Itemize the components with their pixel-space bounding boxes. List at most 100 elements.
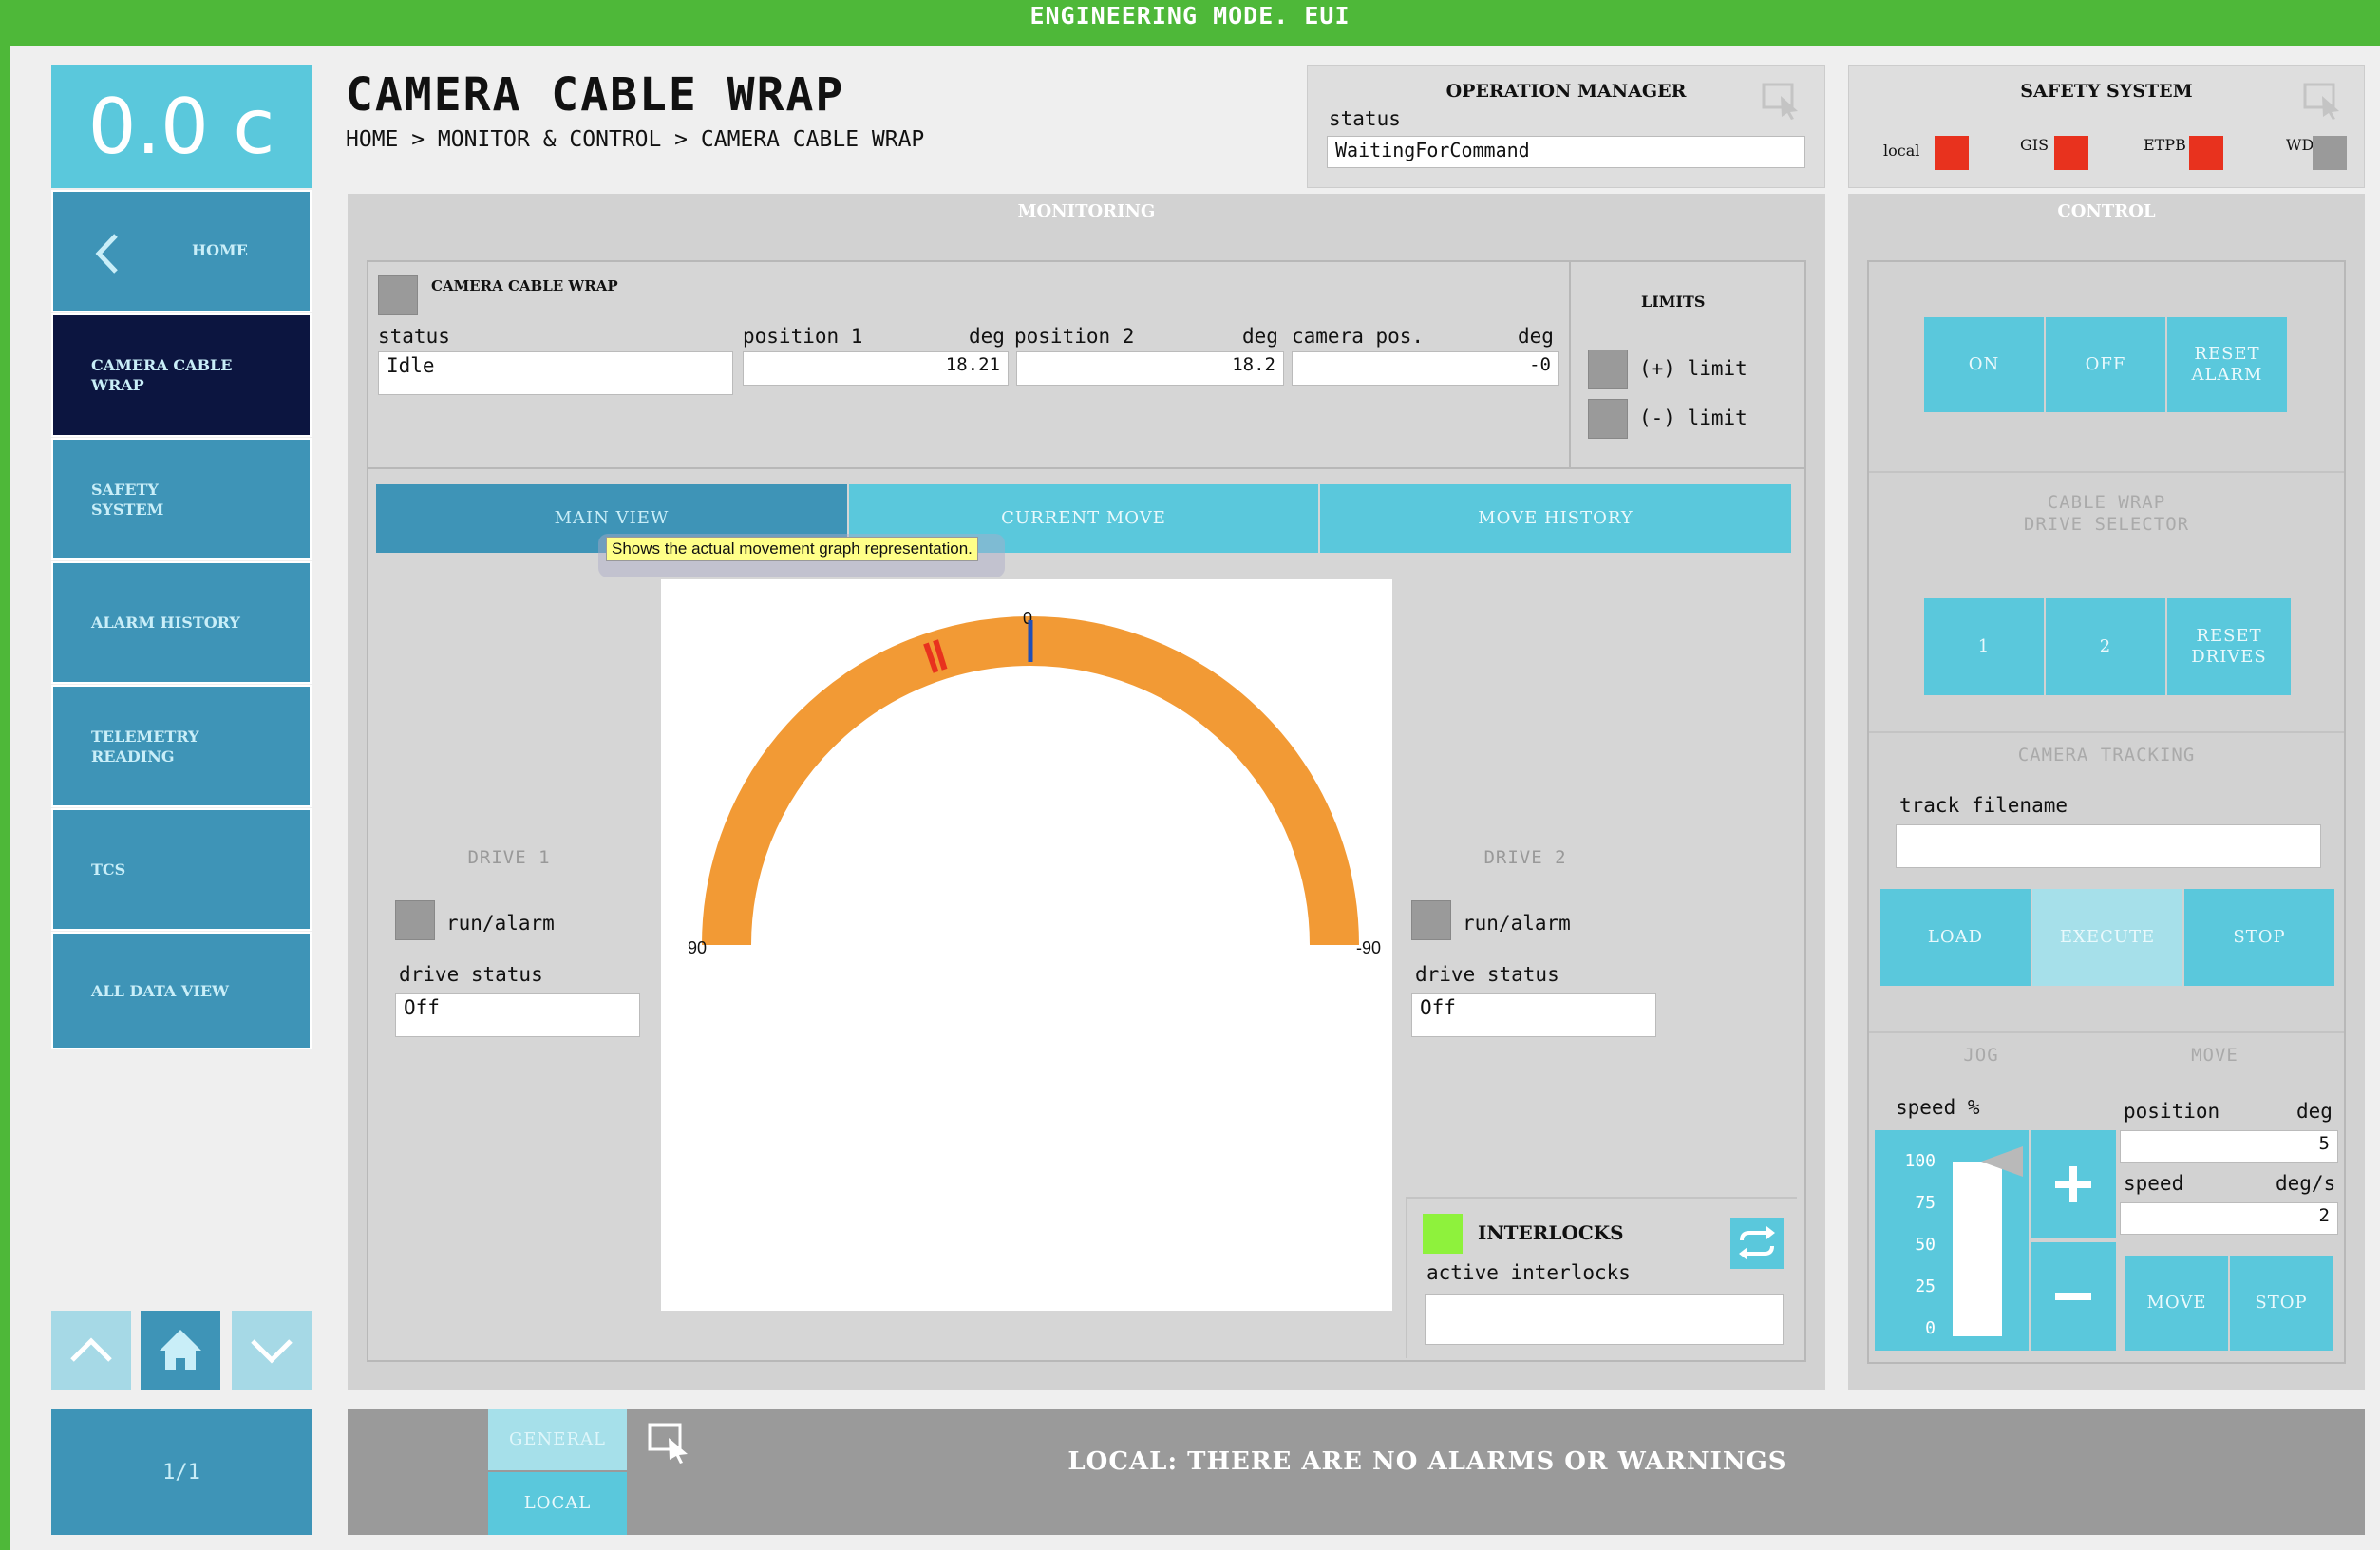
alarm-tab-local[interactable]: LOCAL [488, 1472, 627, 1535]
camera-pos-label: camera pos. [1292, 325, 1425, 348]
position2-label: position 2 [1014, 325, 1135, 348]
safety-local-label: local [1883, 142, 1920, 160]
slider-handle[interactable] [1981, 1144, 2025, 1179]
drive2-title: DRIVE 2 [1483, 847, 1567, 868]
slider-fill [1953, 1162, 2002, 1336]
sidebar-item-label: TELEMETRY READING [91, 727, 199, 766]
drive2-status-label: drive status [1415, 963, 1559, 986]
jog-title: JOG [1963, 1045, 1999, 1066]
camera-pos-field: -0 [1292, 351, 1559, 386]
jog-speed-slider[interactable]: 100 75 50 25 0 [1875, 1130, 2029, 1351]
limit-plus-label: (+) limit [1639, 357, 1747, 380]
jog-speed-label: speed % [1896, 1096, 1980, 1119]
safety-etpb-label: ETPB [2144, 136, 2186, 154]
position2-field: 18.2 [1016, 351, 1284, 386]
sidebar-home-button[interactable]: HOME [51, 190, 312, 312]
home-icon [160, 1330, 201, 1370]
safety-wd-indicator [2313, 136, 2347, 170]
safety-local-indicator [1935, 136, 1969, 170]
interlocks-active-field [1425, 1294, 1784, 1345]
drive1-run-indicator [395, 900, 435, 940]
ccw-box-title: CAMERA CABLE WRAP [431, 277, 618, 294]
sidebar-item-all-data-view[interactable]: ALL DATA VIEW [51, 932, 312, 1049]
monitoring-panel: MONITORING CAMERA CABLE WRAP status Idle… [348, 194, 1825, 1390]
operation-manager-status-field: WaitingForCommand [1327, 136, 1805, 168]
plus-icon [2055, 1166, 2091, 1202]
top-bar: ENGINEERING MODE. EUI [0, 0, 2380, 46]
ccw-status-field: Idle [378, 351, 733, 395]
gauge-arc [702, 616, 1359, 946]
sidebar-item-label: CAMERA CABLE WRAP [91, 356, 233, 394]
home-button[interactable] [141, 1311, 220, 1390]
tab-move-history[interactable]: MOVE HISTORY [1320, 484, 1791, 553]
limit-plus-indicator [1588, 350, 1628, 389]
drive-1-button[interactable]: 1 [1924, 598, 2044, 695]
move-speed-input[interactable]: 2 [2120, 1202, 2338, 1235]
control-divider [1869, 1031, 2344, 1033]
monitoring-title: MONITORING [1017, 201, 1156, 221]
ccw-status-label: status [378, 325, 450, 348]
operation-manager-status-label: status [1329, 107, 1401, 130]
sidebar-item-tcs[interactable]: TCS [51, 808, 312, 931]
slider-tick-75: 75 [1915, 1193, 1936, 1213]
minus-icon [2055, 1293, 2091, 1300]
jog-plus-button[interactable] [2031, 1130, 2116, 1238]
gauge-svg: 0 90 -90 [688, 609, 1381, 957]
slider-tick-25: 25 [1915, 1276, 1936, 1296]
drive2-status-field: Off [1411, 993, 1656, 1037]
move-position-unit: deg [2296, 1100, 2333, 1123]
limit-minus-label: (-) limit [1639, 406, 1747, 429]
sidebar-item-camera-cable-wrap[interactable]: CAMERA CABLE WRAP [51, 313, 312, 437]
load-button[interactable]: LOAD [1880, 889, 2031, 986]
move-stop-button[interactable]: STOP [2230, 1256, 2333, 1351]
safety-gis-indicator [2054, 136, 2088, 170]
cursor-select-icon[interactable] [1762, 83, 1802, 121]
camera-pos-unit: deg [1518, 325, 1554, 348]
limit-minus-indicator [1588, 399, 1628, 439]
sidebar-item-telemetry-reading[interactable]: TELEMETRY READING [51, 685, 312, 807]
move-button[interactable]: MOVE [2125, 1256, 2228, 1351]
slider-tick-0: 0 [1925, 1318, 1936, 1338]
cursor-select-icon[interactable] [2303, 83, 2343, 121]
scroll-down-button[interactable] [232, 1311, 312, 1390]
reset-alarm-button[interactable]: RESET ALARM [2167, 317, 2287, 412]
interlocks-title: INTERLOCKS [1478, 1221, 1624, 1244]
breadcrumb: HOME > MONITOR & CONTROL > CAMERA CABLE … [346, 127, 925, 152]
move-position-input[interactable]: 5 [2120, 1130, 2338, 1162]
sidebar-item-alarm-history[interactable]: ALARM HISTORY [51, 561, 312, 684]
track-filename-input[interactable] [1896, 824, 2321, 868]
tracking-stop-button[interactable]: STOP [2184, 889, 2334, 986]
ccw-status-indicator [378, 275, 418, 315]
chevron-up-icon [70, 1337, 112, 1362]
refresh-icon [1739, 1226, 1775, 1260]
page-indicator: 1/1 [51, 1409, 312, 1535]
drive1-status-label: drive status [399, 963, 543, 986]
drive2-run-label: run/alarm [1463, 912, 1571, 935]
drive1-run-label: run/alarm [446, 912, 555, 935]
drive-2-button[interactable]: 2 [2046, 598, 2165, 695]
scroll-up-button[interactable] [51, 1311, 131, 1390]
safety-etpb-indicator [2189, 136, 2223, 170]
position1-label: position 1 [743, 325, 863, 348]
position2-unit: deg [1242, 325, 1278, 348]
chevron-down-icon [251, 1339, 293, 1364]
gauge-canvas: 0 90 -90 [661, 579, 1392, 1311]
drive-selector-title: CABLE WRAP DRIVE SELECTOR [2023, 492, 2190, 535]
sidebar-home-label: HOME [192, 241, 248, 259]
safety-system-panel: SAFETY SYSTEM local GIS ETPB WD [1848, 65, 2365, 188]
drive2-run-indicator [1411, 900, 1451, 940]
reset-drives-button[interactable]: RESET DRIVES [2167, 598, 2291, 695]
move-speed-label: speed [2124, 1172, 2184, 1195]
on-button[interactable]: ON [1924, 317, 2044, 412]
move-speed-unit: deg/s [2276, 1172, 2336, 1195]
execute-button[interactable]: EXECUTE [2032, 889, 2182, 986]
interlocks-refresh-button[interactable] [1730, 1218, 1784, 1269]
move-title: MOVE [2191, 1045, 2238, 1066]
off-button[interactable]: OFF [2046, 317, 2165, 412]
sidebar-item-safety-system[interactable]: SAFETY SYSTEM [51, 438, 312, 560]
move-position-label: position [2124, 1100, 2220, 1123]
position1-unit: deg [969, 325, 1005, 348]
control-divider [1869, 471, 2344, 473]
jog-minus-button[interactable] [2031, 1242, 2116, 1351]
position1-field: 18.21 [743, 351, 1009, 386]
